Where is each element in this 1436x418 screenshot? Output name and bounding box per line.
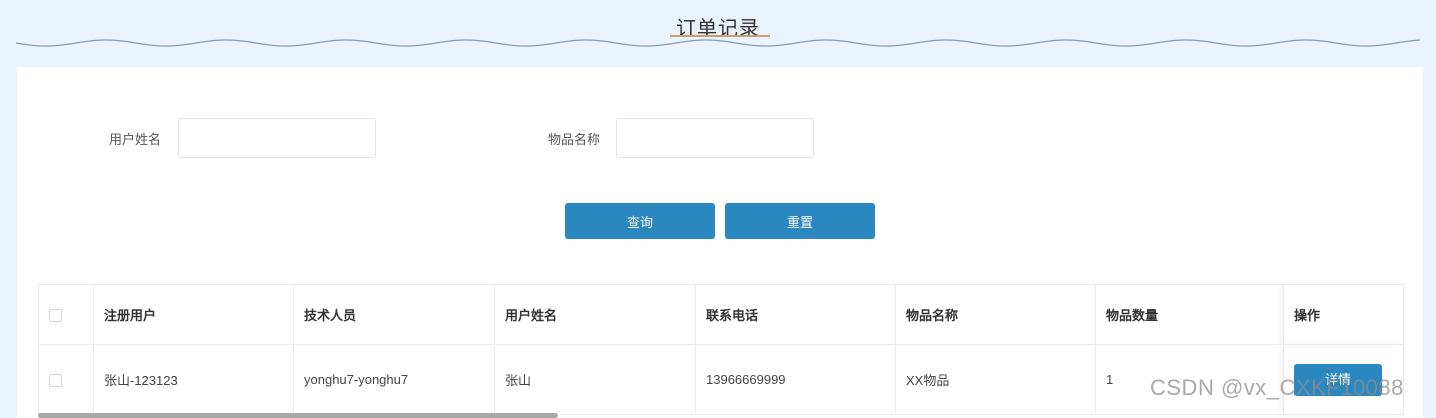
- column-header-quantity: 物品数量: [1095, 284, 1284, 345]
- select-all-checkbox[interactable]: [49, 309, 62, 323]
- itemname-input[interactable]: [616, 118, 814, 158]
- wave-divider: [16, 39, 1421, 47]
- column-header-phone: 联系电话: [695, 284, 896, 345]
- cell-phone: 13966669999: [695, 344, 896, 415]
- watermark: CSDN @vx_CXKF10088: [1150, 375, 1404, 400]
- column-header-registered-user: 注册用户: [93, 284, 294, 345]
- cell-technician: yonghu7-yonghu7: [293, 344, 495, 415]
- select-all-cell: [38, 284, 94, 345]
- cell-registered-user: 张山-123123: [93, 344, 294, 415]
- row-select-cell: [38, 344, 94, 415]
- table-header-row: 注册用户 技术人员 用户姓名 联系电话 物品名称 物品数量 操作: [38, 284, 1404, 345]
- page-header: 订单记录: [0, 0, 1436, 60]
- row-checkbox[interactable]: [49, 374, 62, 388]
- cell-item-name: XX物品: [895, 344, 1096, 415]
- column-header-technician: 技术人员: [293, 284, 495, 345]
- username-input[interactable]: [178, 118, 376, 158]
- cell-user-name: 张山: [494, 344, 696, 415]
- query-button[interactable]: 查询: [565, 203, 715, 239]
- username-label: 用户姓名: [109, 132, 162, 147]
- itemname-label: 物品名称: [548, 132, 601, 147]
- column-header-user-name: 用户姓名: [494, 284, 696, 345]
- column-header-item-name: 物品名称: [895, 284, 1096, 345]
- content-panel: 用户姓名 物品名称 查询 重置 注册用户 技术人员 用户姓名 联系电话 物品名称…: [17, 67, 1423, 418]
- reset-button[interactable]: 重置: [725, 203, 875, 239]
- horizontal-scrollbar[interactable]: [38, 413, 558, 418]
- column-header-actions: 操作: [1283, 284, 1404, 345]
